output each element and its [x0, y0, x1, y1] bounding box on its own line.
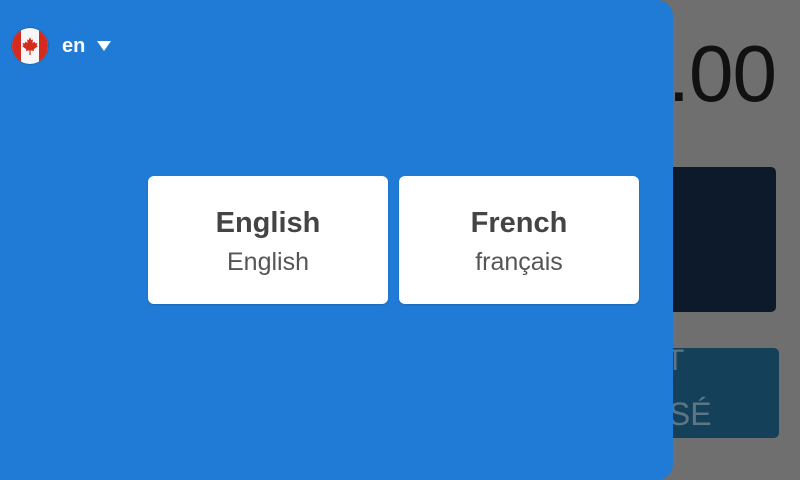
- language-native-name: français: [475, 248, 563, 276]
- language-name: French: [470, 207, 568, 239]
- language-native-name: English: [227, 248, 309, 276]
- language-code: en: [62, 35, 86, 57]
- caret-down-icon: [97, 41, 112, 51]
- popover-pointer: [102, 472, 120, 480]
- screen: .00 3 T ISÉ en English English French fr…: [0, 0, 800, 480]
- language-option-english[interactable]: English English: [148, 176, 388, 304]
- canada-flag-icon: [12, 28, 48, 64]
- amount-display: .00: [667, 29, 777, 118]
- language-popover: en English English French français: [0, 0, 673, 480]
- language-name: English: [215, 207, 321, 239]
- language-option-french[interactable]: French français: [399, 176, 639, 304]
- language-selector[interactable]: en: [12, 27, 112, 65]
